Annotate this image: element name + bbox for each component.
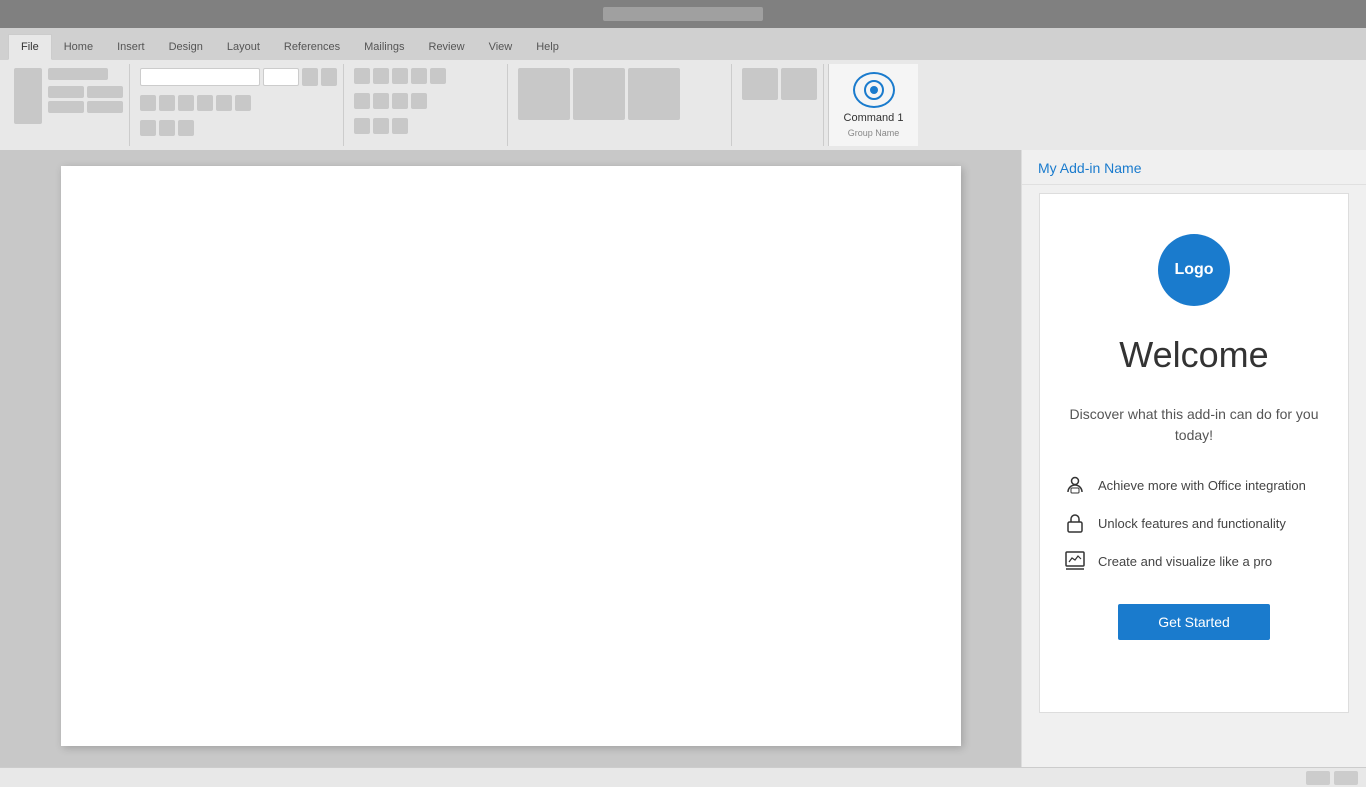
tab-design[interactable]: Design: [157, 34, 215, 60]
ribbon-icon-sm: [302, 68, 318, 86]
feature-icon-2: [1064, 512, 1086, 534]
ribbon-icon-sm: [48, 101, 84, 113]
ribbon-highlight: [159, 120, 175, 136]
ribbon-align-center: [373, 93, 389, 109]
tab-home[interactable]: Home: [52, 34, 105, 60]
ribbon-tabs: File Home Insert Design Layout Reference…: [0, 28, 1366, 60]
ribbon-style2: [573, 68, 625, 120]
ribbon-shading: [373, 118, 389, 134]
addin-feature-3: Create and visualize like a pro: [1064, 550, 1324, 572]
sidebar: My Add-in Name Logo Welcome Discover wha…: [1021, 150, 1366, 767]
tab-file[interactable]: File: [8, 34, 52, 60]
ribbon-justify: [411, 93, 427, 109]
ribbon-underline: [178, 95, 194, 111]
tab-help[interactable]: Help: [524, 34, 571, 60]
status-btn-2[interactable]: [1334, 771, 1358, 785]
feature-icon-3: [1064, 550, 1086, 572]
ribbon-icon-sm: [321, 68, 337, 86]
tab-references[interactable]: References: [272, 34, 352, 60]
ribbon-indent-inc: [430, 68, 446, 84]
addin-logo: Logo: [1158, 234, 1230, 306]
document-area: [0, 150, 1021, 767]
ribbon-bold: [140, 95, 156, 111]
ribbon-sub: [216, 95, 232, 111]
tab-view[interactable]: View: [477, 34, 525, 60]
ribbon-group-editing: [736, 64, 824, 146]
ribbon-icon-sm: [87, 86, 123, 98]
sidebar-header: My Add-in Name: [1022, 150, 1366, 185]
ribbon-icon-large: [14, 68, 42, 124]
addin-features-list: Achieve more with Office integration Unl…: [1064, 474, 1324, 572]
title-bar: [0, 0, 1366, 28]
ribbon-align-left: [354, 93, 370, 109]
main-area: My Add-in Name Logo Welcome Discover wha…: [0, 150, 1366, 767]
ribbon-font-dropdown: [140, 68, 260, 86]
status-bar: [0, 767, 1366, 787]
ribbon-replace: [781, 68, 817, 100]
addin-welcome-text: Welcome: [1119, 334, 1268, 376]
tab-review[interactable]: Review: [417, 34, 477, 60]
ribbon-indent-dec: [411, 68, 427, 84]
ribbon-icon-sm: [48, 68, 108, 80]
ribbon-icon-sm: [87, 101, 123, 113]
addin-feature-1: Achieve more with Office integration: [1064, 474, 1324, 496]
ribbon-group-font: [134, 64, 344, 146]
ribbon-strike: [197, 95, 213, 111]
tab-layout[interactable]: Layout: [215, 34, 272, 60]
ribbon-style1: [518, 68, 570, 120]
ribbon-list2: [373, 68, 389, 84]
ribbon-list3: [392, 68, 408, 84]
ribbon-list1: [354, 68, 370, 84]
ribbon-italic: [159, 95, 175, 111]
ribbon-sup: [235, 95, 251, 111]
ribbon-group-clipboard: [8, 64, 130, 146]
ribbon-borders: [392, 118, 408, 134]
feature-text-3: Create and visualize like a pro: [1098, 554, 1272, 569]
get-started-button[interactable]: Get Started: [1118, 604, 1270, 640]
ribbon-font-color: [140, 120, 156, 136]
ribbon-line-spacing: [354, 118, 370, 134]
ribbon-find: [742, 68, 778, 100]
status-btn-1[interactable]: [1306, 771, 1330, 785]
ribbon-size-dropdown: [263, 68, 299, 86]
ribbon-clear: [178, 120, 194, 136]
feature-text-1: Achieve more with Office integration: [1098, 478, 1306, 493]
command-button-group[interactable]: Command 1 Group Name: [828, 64, 918, 146]
command-button-icon: [853, 72, 895, 108]
document-page: [61, 166, 961, 746]
title-bar-text: [603, 7, 763, 21]
addin-card: Logo Welcome Discover what this add-in c…: [1039, 193, 1349, 713]
feature-text-2: Unlock features and functionality: [1098, 516, 1286, 531]
feature-icon-1: [1064, 474, 1086, 496]
tab-insert[interactable]: Insert: [105, 34, 157, 60]
ribbon-style3: [628, 68, 680, 120]
command-button-group-name: Group Name: [848, 128, 900, 138]
ribbon-align-right: [392, 93, 408, 109]
tab-mailings[interactable]: Mailings: [352, 34, 416, 60]
addin-description: Discover what this add-in can do for you…: [1064, 404, 1324, 446]
sidebar-content: Logo Welcome Discover what this add-in c…: [1022, 185, 1366, 767]
command-button-label: Command 1: [844, 112, 904, 124]
ribbon-content: Command 1 Group Name: [0, 60, 1366, 150]
ribbon-icon-sm: [48, 86, 84, 98]
addin-feature-2: Unlock features and functionality: [1064, 512, 1324, 534]
ribbon-group-paragraph: [348, 64, 508, 146]
ribbon-group-styles: [512, 64, 732, 146]
